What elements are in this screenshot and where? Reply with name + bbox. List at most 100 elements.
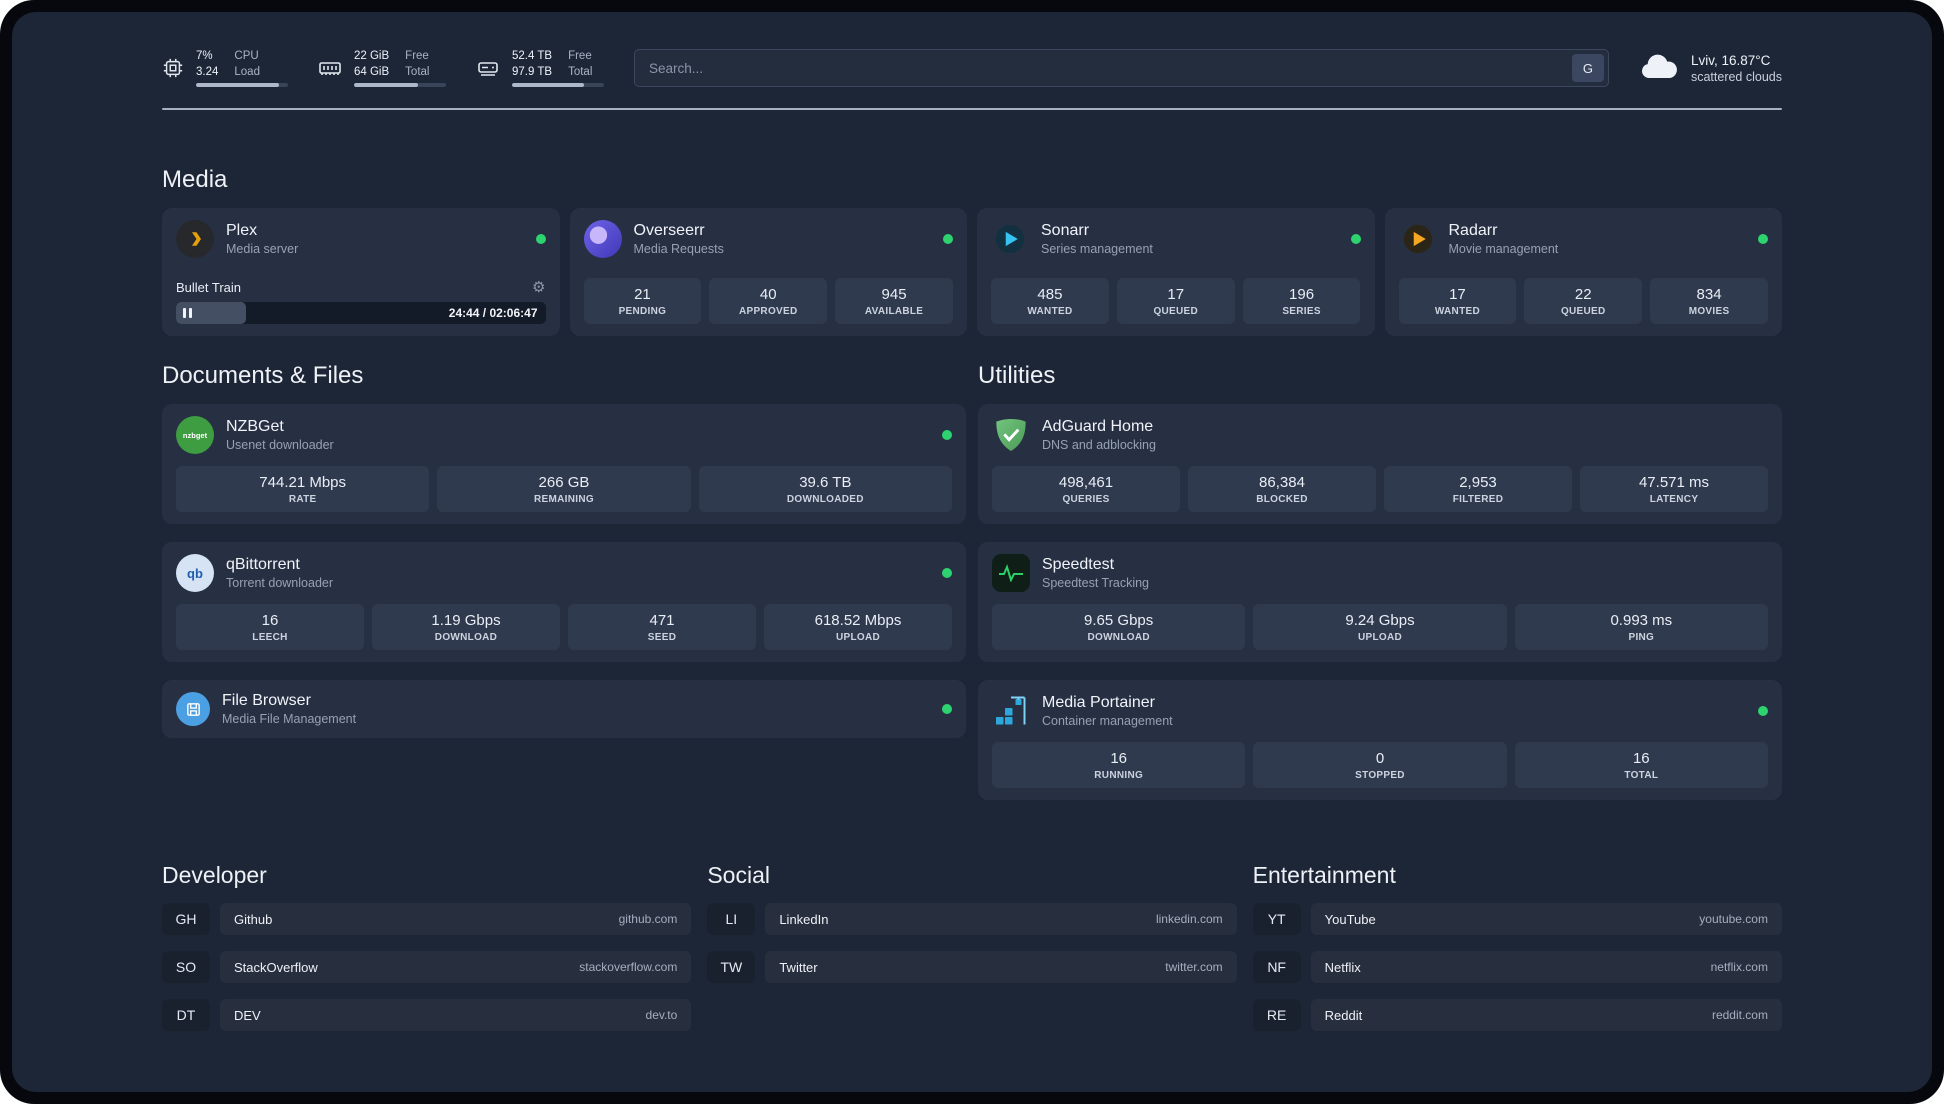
stat-upload: 618.52 Mbps UPLOAD (764, 604, 952, 650)
status-dot (1758, 706, 1768, 716)
bookmark-link[interactable]: DEV dev.to (220, 999, 692, 1031)
sonarr-card[interactable]: Sonarr Series management 485 WANTED 17 Q… (977, 208, 1375, 336)
stat-seed: 471 SEED (568, 604, 756, 650)
disk-label-2: Total (568, 65, 593, 78)
search-input[interactable] (647, 59, 1572, 77)
app-name: Radarr (1448, 222, 1498, 239)
stat-queries: 498,461 QUERIES (992, 466, 1180, 512)
search-engine-button[interactable]: G (1571, 54, 1604, 82)
search-bar[interactable]: G (634, 49, 1609, 87)
stat-download: 9.65 Gbps DOWNLOAD (992, 604, 1246, 650)
bookmark-link[interactable]: Github github.com (220, 903, 692, 935)
bookmark-abbr: TW (707, 951, 756, 983)
app-subtitle: Usenet downloader (226, 438, 334, 452)
app-name: Overseerr (633, 222, 705, 239)
bookmarks-developer: Developer GH Github github.com SO StackO… (162, 862, 692, 1047)
nzbget-card[interactable]: nzbget NZBGet Usenet downloader 744.21 M… (162, 404, 966, 524)
section-title-documents: Documents & Files (162, 362, 364, 389)
stat-available: 945 AVAILABLE (835, 278, 953, 324)
dashboard: 7% 3.24 CPU Load 22 GiB 64 GiB Free Tota… (12, 12, 1932, 1092)
disk-widget: 52.4 TB 97.9 TB Free Total (476, 49, 604, 88)
app-name: AdGuard Home (1042, 418, 1154, 435)
stat-approved: 40 APPROVED (709, 278, 828, 324)
bookmark-reddit[interactable]: RE Reddit reddit.com (1252, 999, 1782, 1031)
speedtest-card[interactable]: Speedtest Speedtest Tracking 9.65 Gbps D… (978, 542, 1782, 662)
disk-label-1: Free (568, 49, 592, 62)
app-name: File Browser (222, 692, 311, 709)
ram-label-1: Free (405, 49, 429, 62)
cpu-bar (196, 83, 288, 88)
section-title-utilities: Utilities (978, 362, 1056, 389)
filebrowser-card[interactable]: File Browser Media File Management (162, 680, 966, 738)
status-dot (942, 430, 952, 440)
bookmark-link[interactable]: Twitter twitter.com (765, 951, 1237, 983)
ram-bar (354, 83, 446, 88)
section-title-developer: Developer (162, 862, 267, 888)
cpu-label-1: CPU (234, 49, 259, 62)
cloud-icon (1639, 52, 1679, 85)
qbittorrent-card[interactable]: qb qBittorrent Torrent downloader 16 LEE… (162, 542, 966, 662)
bookmark-link[interactable]: YouTube youtube.com (1310, 903, 1782, 935)
disk-total: 97.9 TB (512, 65, 553, 78)
app-name: NZBGet (226, 418, 284, 435)
stat-blocked: 86,384 BLOCKED (1188, 466, 1376, 512)
cpu-load: 3.24 (196, 65, 219, 78)
now-playing-title: Bullet Train (176, 280, 242, 295)
overseerr-card[interactable]: Overseerr Media Requests 21 PENDING 40 A… (569, 208, 967, 336)
cpu-percent: 7% (196, 49, 213, 62)
gear-icon[interactable]: ⚙ (532, 280, 545, 295)
playback-time: 24:44 / 02:06:47 (448, 306, 538, 320)
app-name: Plex (226, 222, 258, 239)
app-subtitle: DNS and adblocking (1042, 438, 1156, 452)
playback-progress-bar[interactable]: 24:44 / 02:06:47 (176, 302, 546, 324)
disk-bar (512, 83, 604, 88)
stat-queued: 17 QUEUED (1116, 278, 1235, 324)
weather-location: Lviv, 16.87°C (1690, 52, 1771, 68)
bookmarks-social: Social LI LinkedIn linkedin.com TW Twitt… (707, 862, 1237, 1047)
bookmark-github[interactable]: GH Github github.com (162, 903, 692, 935)
cpu-icon (162, 57, 184, 79)
bookmark-link[interactable]: Reddit reddit.com (1310, 999, 1782, 1031)
app-subtitle: Speedtest Tracking (1042, 576, 1150, 590)
status-dot (942, 704, 952, 714)
bookmark-dev[interactable]: DT DEV dev.to (162, 999, 692, 1031)
stat-leech: 16 LEECH (176, 604, 364, 650)
ram-total: 64 GiB (354, 65, 390, 78)
bookmark-netflix[interactable]: NF Netflix netflix.com (1252, 951, 1782, 983)
stat-movies: 834 MOVIES (1650, 278, 1768, 324)
topbar: 7% 3.24 CPU Load 22 GiB 64 GiB Free Tota… (162, 44, 1782, 92)
sonarr-icon (991, 220, 1029, 258)
bookmark-stackoverflow[interactable]: SO StackOverflow stackoverflow.com (162, 951, 692, 983)
bookmark-linkedin[interactable]: LI LinkedIn linkedin.com (707, 903, 1237, 935)
status-dot (535, 234, 546, 244)
bookmark-abbr: NF (1252, 951, 1301, 983)
topbar-divider (162, 108, 1782, 110)
weather-condition: scattered clouds (1690, 69, 1782, 84)
qbittorrent-icon: qb (176, 554, 214, 592)
pause-button[interactable] (183, 308, 192, 318)
radarr-card[interactable]: Radarr Movie management 17 WANTED 22 QUE… (1384, 208, 1782, 336)
adguard-icon (992, 416, 1030, 454)
weather-widget: Lviv, 16.87°C scattered clouds (1639, 52, 1782, 85)
utilities-column: Utilities AdGuard Home DNS and adblockin… (978, 362, 1782, 800)
stat-wanted: 17 WANTED (1398, 278, 1517, 324)
stat-series: 196 SERIES (1242, 278, 1361, 324)
section-title-entertainment: Entertainment (1252, 862, 1396, 888)
bookmark-twitter[interactable]: TW Twitter twitter.com (707, 951, 1237, 983)
cpu-label-2: Load (234, 65, 260, 78)
portainer-card[interactable]: Media Portainer Container management 16 … (978, 680, 1782, 800)
adguard-card[interactable]: AdGuard Home DNS and adblocking 498,461 … (978, 404, 1782, 524)
bookmark-youtube[interactable]: YT YouTube youtube.com (1252, 903, 1782, 935)
bookmark-link[interactable]: LinkedIn linkedin.com (765, 903, 1237, 935)
status-dot (1758, 234, 1768, 244)
documents-column: Documents & Files nzbget NZBGet Usenet d… (162, 362, 966, 738)
app-name: Speedtest (1042, 556, 1115, 573)
bookmark-link[interactable]: StackOverflow stackoverflow.com (220, 951, 692, 983)
stat-filtered: 2,953 FILTERED (1384, 466, 1572, 512)
bookmark-abbr: LI (707, 903, 756, 935)
plex-card[interactable]: Plex Media server Bullet Train ⚙ 24:44 /… (162, 208, 560, 336)
status-dot (1350, 234, 1361, 244)
ram-widget: 22 GiB 64 GiB Free Total (318, 49, 446, 88)
stat-remaining: 266 GB REMAINING (437, 466, 691, 512)
bookmark-link[interactable]: Netflix netflix.com (1310, 951, 1782, 983)
